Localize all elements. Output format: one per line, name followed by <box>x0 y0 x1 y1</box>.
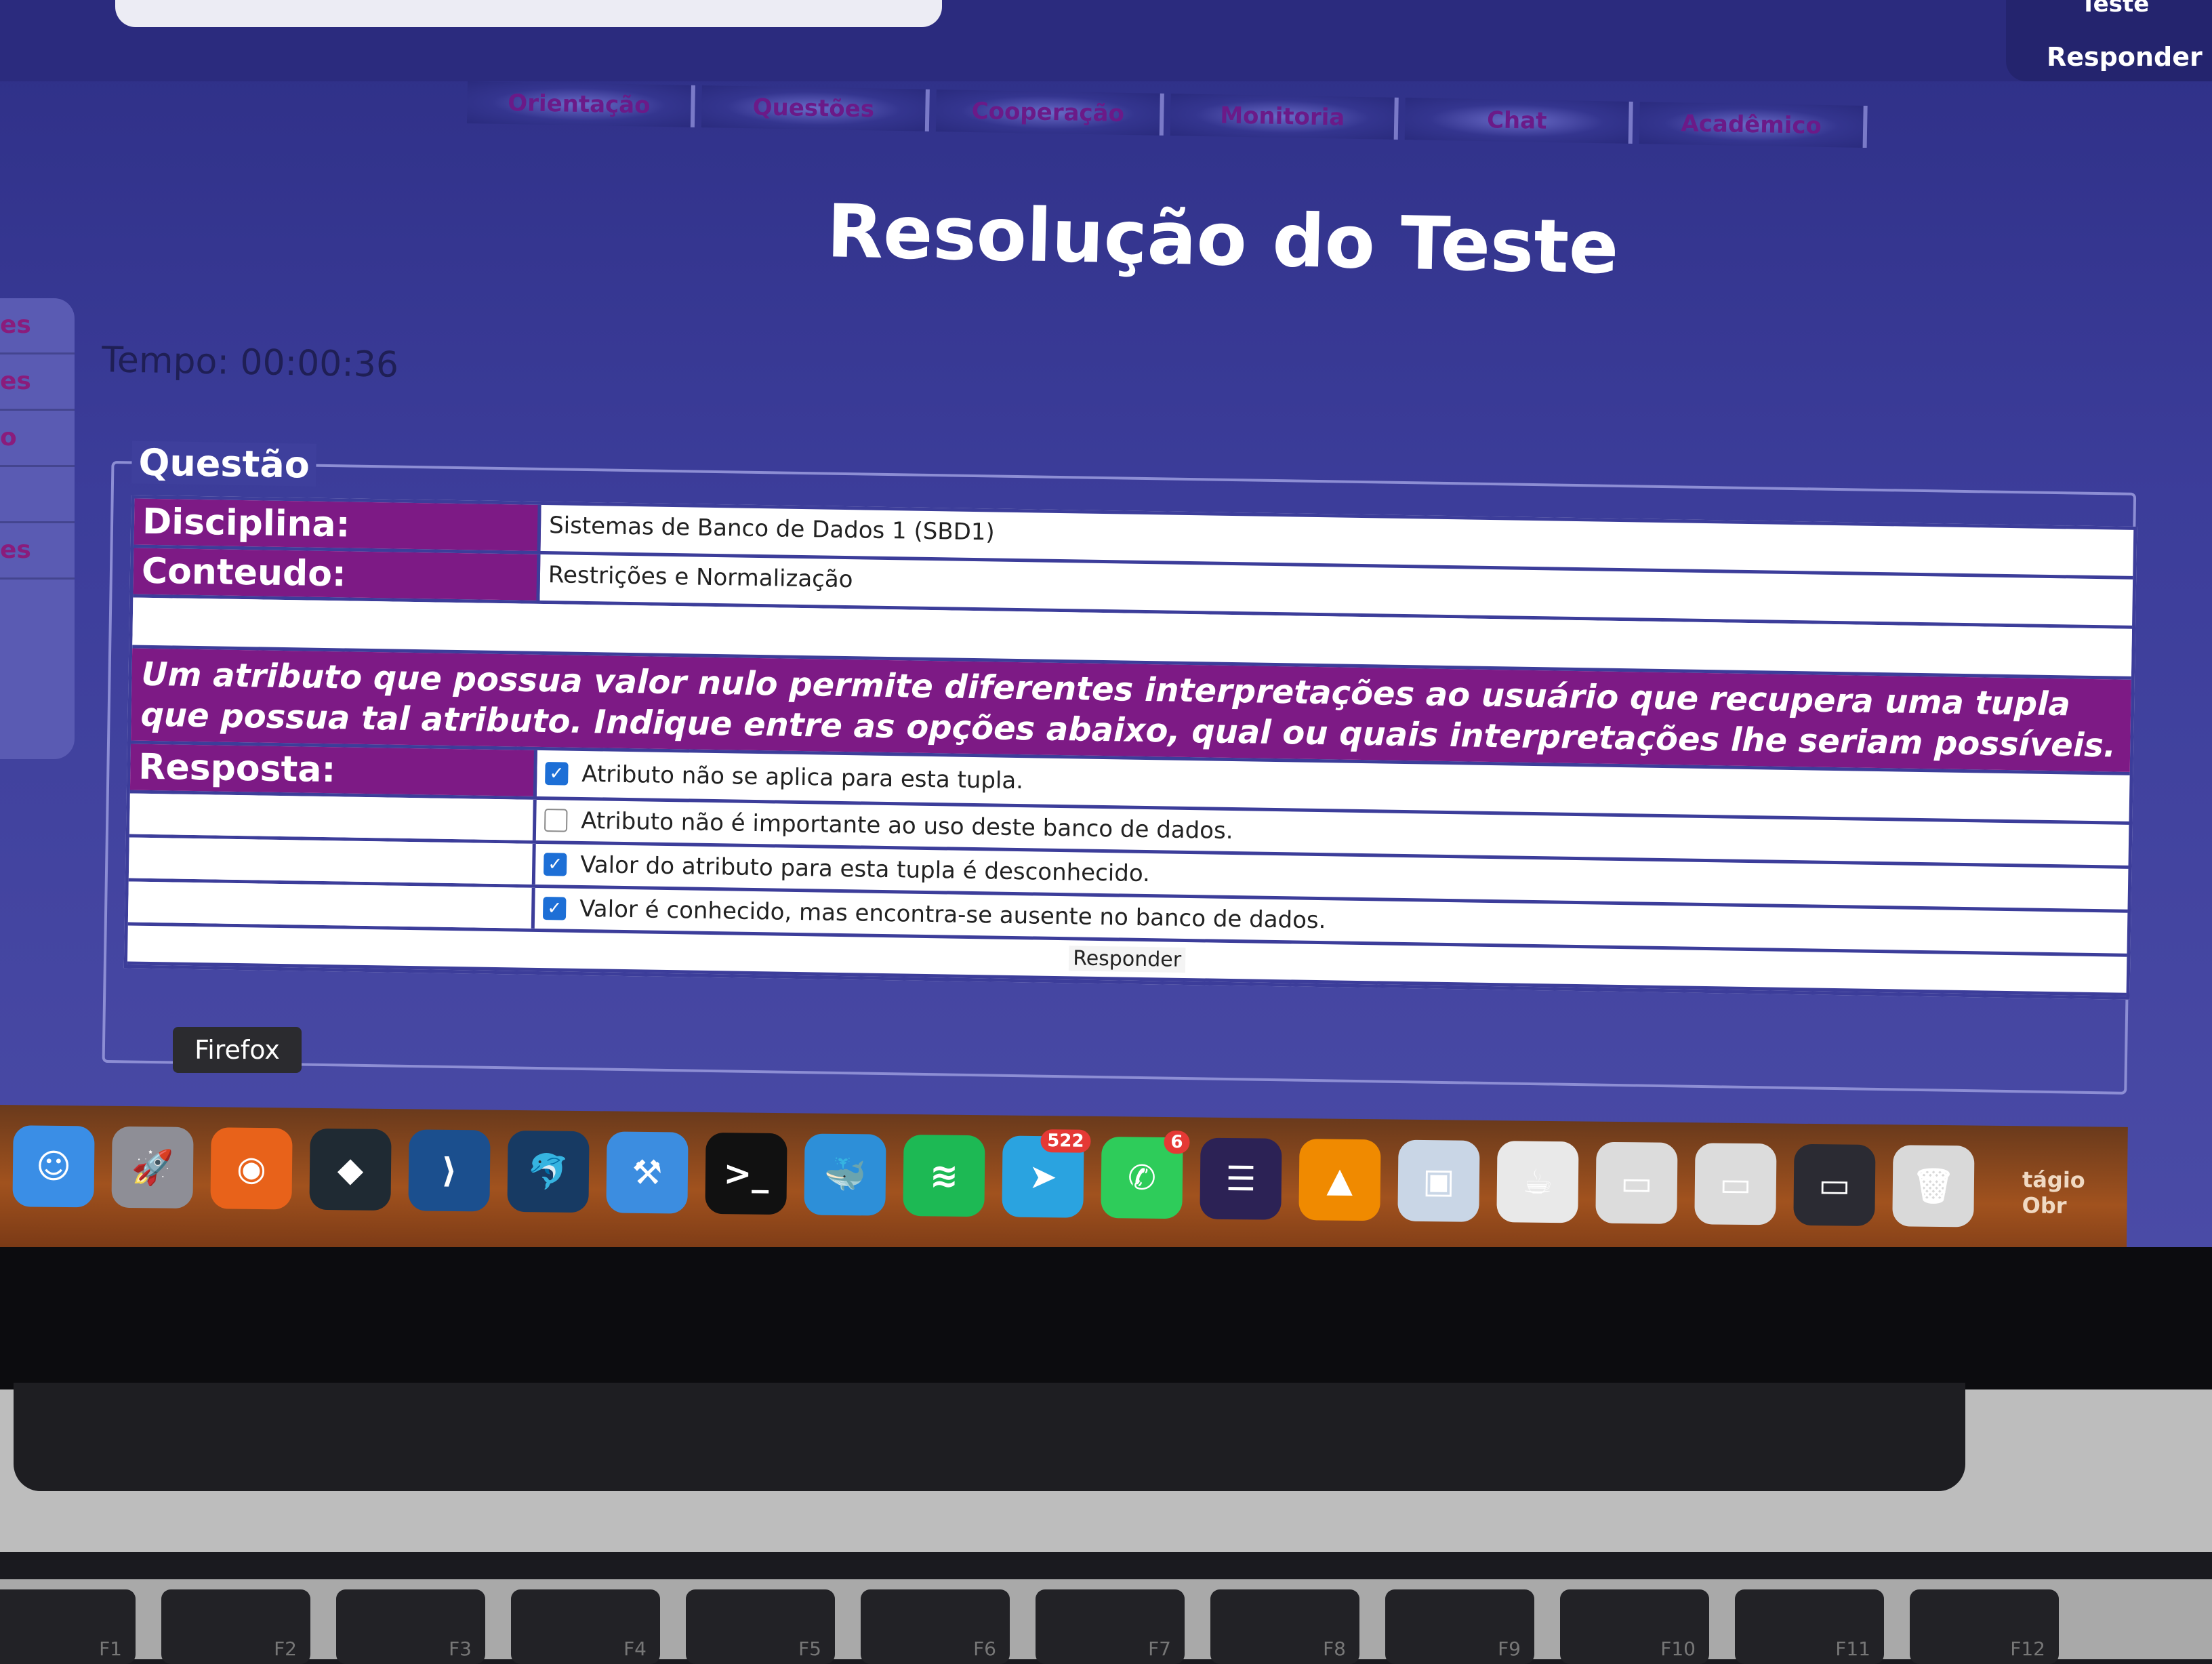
sidebar-item[interactable]: es <box>0 298 75 354</box>
key-label: F7 <box>1148 1638 1171 1660</box>
trash-icon[interactable]: 🗑 <box>1892 1145 1975 1227</box>
dock: ☺ 🚀 ◉ ◆ ⟩ 🐬 ⚒ >_ 🐳 ≋ ➤ 522 ✆ 6 ☰ ▲ ▣ ☕ ▭ ▭ ▭ 🗑 tágio Obr <box>0 1105 2128 1247</box>
option-text: Atributo não é importante ao uso deste b… <box>580 807 1233 845</box>
function-key[interactable]: F5 <box>686 1589 835 1664</box>
function-key[interactable]: F6 <box>861 1589 1010 1664</box>
eclipse-icon[interactable]: ☰ <box>1200 1137 1282 1220</box>
teste-link[interactable]: Teste <box>2081 0 2149 18</box>
function-key[interactable]: F7 <box>1036 1589 1185 1664</box>
docker-icon[interactable]: 🐳 <box>804 1133 886 1216</box>
xcode-icon[interactable]: ⚒ <box>606 1131 689 1214</box>
browser-toolbar: Teste Responder <box>0 0 2212 81</box>
function-key[interactable]: F1 <box>0 1589 136 1664</box>
finder-icon[interactable]: ☺ <box>12 1125 95 1208</box>
function-key[interactable]: F8 <box>1210 1589 1359 1664</box>
sidebar-item[interactable]: es <box>0 523 75 580</box>
minimized-window-icon[interactable]: ▭ <box>1595 1141 1678 1224</box>
tab-monitoria[interactable]: Monitoria <box>1170 94 1399 140</box>
function-key[interactable]: F11 <box>1735 1589 1884 1664</box>
notification-badge: 6 <box>1164 1130 1190 1154</box>
key-label: F12 <box>2010 1638 2045 1660</box>
telegram-icon[interactable]: ➤ 522 <box>1002 1129 1091 1218</box>
option-text: Valor é conhecido, mas encontra-se ausen… <box>579 895 1326 935</box>
blank-cell <box>128 837 536 885</box>
sidebar-item[interactable]: o <box>0 411 75 467</box>
sidebar-item[interactable] <box>0 467 75 523</box>
blank-cell <box>129 793 537 840</box>
option-text: Valor do atributo para esta tupla é desc… <box>579 851 1151 888</box>
answer-label: Resposta: <box>129 744 537 796</box>
terminal-icon[interactable]: >_ <box>705 1132 787 1215</box>
key-label: F11 <box>1835 1638 1870 1660</box>
fieldset-legend: Questão <box>131 441 317 487</box>
checkbox[interactable]: ✓ <box>542 897 567 920</box>
dock-stack-label[interactable]: tágio Obr <box>2022 1166 2127 1219</box>
option-text: Atributo não se aplica para esta tupla. <box>581 760 1024 795</box>
tab-questoes[interactable]: Questões <box>701 85 930 131</box>
tab-chat[interactable]: Chat <box>1404 98 1633 144</box>
question-table: Disciplina: Sistemas de Banco de Dados 1… <box>123 495 2137 1000</box>
discipline-label: Disciplina: <box>134 498 541 551</box>
minimized-window-icon[interactable]: ▭ <box>1793 1143 1876 1226</box>
timer: Tempo: 00:00:36 <box>101 340 399 386</box>
function-key[interactable]: F4 <box>511 1589 660 1664</box>
left-sidebar: es es o es <box>0 298 75 759</box>
function-key[interactable]: F2 <box>161 1589 310 1664</box>
mysql-workbench-icon[interactable]: 🐬 <box>507 1130 590 1213</box>
key-label: F5 <box>798 1638 821 1660</box>
key-label: F8 <box>1323 1638 1346 1660</box>
key-label: F9 <box>1498 1638 1521 1660</box>
key-label: F2 <box>274 1638 297 1660</box>
hinge-shadow <box>14 1383 1965 1491</box>
key-label: F1 <box>99 1638 122 1660</box>
key-label: F6 <box>973 1638 996 1660</box>
key-label: F10 <box>1660 1638 1696 1660</box>
content-label: Conteudo: <box>133 548 541 601</box>
checkbox[interactable] <box>544 809 568 832</box>
preview-icon[interactable]: ▣ <box>1397 1139 1480 1222</box>
function-key[interactable]: F12 <box>1910 1589 2059 1664</box>
launchpad-icon[interactable]: 🚀 <box>111 1126 194 1209</box>
checkbox[interactable]: ✓ <box>545 762 569 786</box>
filmora-icon[interactable]: ◆ <box>309 1128 392 1211</box>
whatsapp-icon[interactable]: ✆ 6 <box>1101 1130 1190 1219</box>
tab-orientacao[interactable]: Orientação <box>466 81 695 127</box>
tab-academico[interactable]: Acadêmico <box>1639 102 1868 148</box>
blank-cell <box>127 881 535 929</box>
key-label: F4 <box>623 1638 647 1660</box>
screen: Teste Responder es es o es Orientação Qu… <box>0 0 2212 1247</box>
function-key[interactable]: F10 <box>1560 1589 1709 1664</box>
function-key[interactable]: F9 <box>1385 1589 1534 1664</box>
function-key[interactable]: F3 <box>336 1589 485 1664</box>
notification-badge: 522 <box>1040 1129 1091 1153</box>
laptop-bezel <box>0 1247 2212 1389</box>
dock-tooltip: Firefox <box>173 1027 302 1073</box>
checkbox[interactable]: ✓ <box>543 853 567 876</box>
spotify-icon[interactable]: ≋ <box>903 1134 985 1217</box>
page-title: Resolução do Teste <box>825 189 1620 291</box>
tab-cooperacao[interactable]: Cooperação <box>935 89 1164 136</box>
minimized-window-icon[interactable]: ▭ <box>1694 1143 1777 1225</box>
dock-icons: ☺ 🚀 ◉ ◆ ⟩ 🐬 ⚒ >_ 🐳 ≋ ➤ 522 ✆ 6 ☰ ▲ ▣ ☕ ▭ ▭ ▭ 🗑 <box>0 1105 2128 1227</box>
firefox-icon[interactable]: ◉ <box>210 1127 293 1210</box>
main-nav: Orientação Questões Cooperação Monitoria… <box>466 81 1868 148</box>
responder-link[interactable]: Responder <box>2047 42 2203 72</box>
key-label: F3 <box>449 1638 472 1660</box>
vlc-icon[interactable]: ▲ <box>1298 1139 1381 1221</box>
sidebar-item[interactable]: es <box>0 354 75 411</box>
java-icon[interactable]: ☕ <box>1496 1141 1579 1223</box>
address-bar[interactable] <box>115 0 942 27</box>
vscode-icon[interactable]: ⟩ <box>408 1129 491 1212</box>
responder-button[interactable]: Responder <box>1068 946 1186 973</box>
question-fieldset: Questão Disciplina: Sistemas de Banco de… <box>102 441 2145 1096</box>
